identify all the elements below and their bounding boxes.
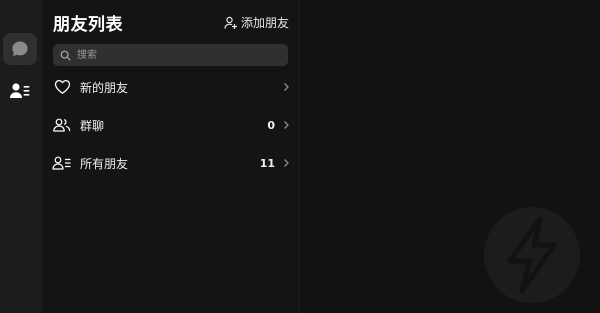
chevron-right-icon xyxy=(283,120,290,130)
list-item-label: 所有朋友 xyxy=(80,156,129,171)
contacts-icon xyxy=(10,83,30,98)
rail-chat-button[interactable] xyxy=(3,33,37,65)
heart-icon xyxy=(52,79,72,95)
rail-contacts-button[interactable] xyxy=(3,75,37,107)
search-icon xyxy=(60,50,71,61)
list-item-new-friends[interactable]: 新的朋友 xyxy=(52,72,290,102)
search-input[interactable] xyxy=(75,48,279,62)
search-box[interactable] xyxy=(53,44,288,66)
friends-panel: 朋友列表 添加朋友 新的朋友 xyxy=(42,0,300,313)
list-item-group-chats[interactable]: 群聊 0 xyxy=(52,110,290,140)
chevron-right-icon xyxy=(283,82,290,92)
add-friend-label: 添加朋友 xyxy=(240,16,289,30)
group-icon xyxy=(52,117,72,133)
list-item-label: 新的朋友 xyxy=(80,80,129,95)
list-item-all-friends[interactable]: 所有朋友 11 xyxy=(52,148,290,178)
contacts-list-icon xyxy=(52,155,72,171)
chat-bubble-icon xyxy=(12,41,28,57)
list-item-count: 0 xyxy=(267,118,275,132)
list-item-count: 11 xyxy=(259,156,275,170)
add-user-icon xyxy=(224,16,237,29)
list-item-label: 群聊 xyxy=(80,118,105,133)
side-rail xyxy=(0,0,42,313)
add-friend-button[interactable]: 添加朋友 xyxy=(224,14,289,31)
chevron-right-icon xyxy=(283,158,290,168)
lightning-logo-icon xyxy=(484,207,580,303)
page-title: 朋友列表 xyxy=(53,15,123,35)
